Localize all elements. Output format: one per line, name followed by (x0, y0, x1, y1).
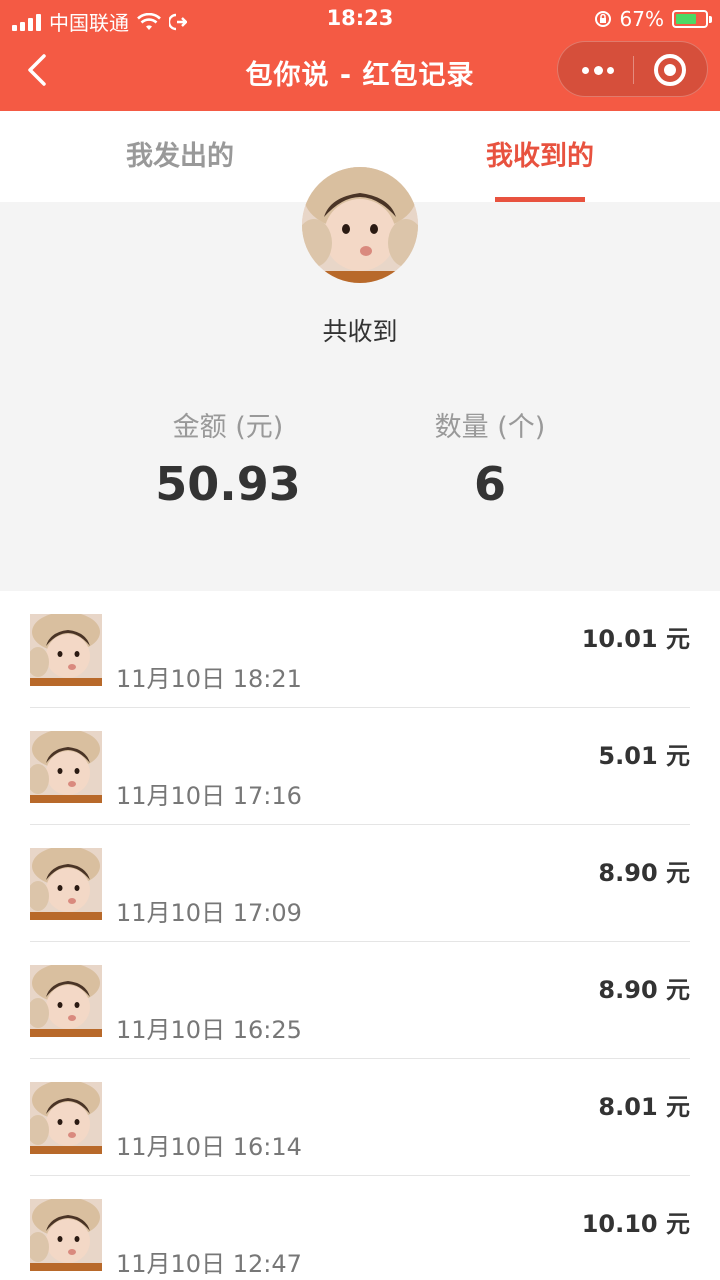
battery-icon (672, 10, 712, 28)
summary-panel: 共收到 金额 (元) 50.93 数量 (个) 6 (0, 167, 720, 591)
sender-avatar (30, 614, 102, 686)
top-bar: 中国联通 18:23 67% 包你说 - 红包记录 (0, 0, 720, 111)
miniprogram-capsule (557, 41, 708, 97)
record-time: 11月10日 18:21 (116, 665, 302, 693)
summary-heading: 共收到 (322, 317, 398, 346)
tab-label: 我收到的 (486, 141, 594, 172)
sender-avatar (30, 965, 102, 1037)
tab-sent[interactable]: 我发出的 (0, 111, 360, 202)
amount-label: 金额 (元) (172, 412, 284, 443)
close-miniprogram-icon[interactable] (654, 54, 686, 86)
sender-avatar (30, 1199, 102, 1271)
record-amount: 8.90 元 (598, 859, 690, 887)
more-icon[interactable] (582, 57, 614, 83)
tab-label: 我发出的 (126, 141, 234, 172)
list-item[interactable]: 11月10日 18:21 10.01 元 (30, 591, 690, 708)
list-item[interactable]: 11月10日 16:25 8.90 元 (30, 942, 690, 1059)
record-amount: 8.01 元 (598, 1093, 690, 1121)
record-list: 11月10日 18:21 10.01 元 11月10日 17:16 5.01 元… (0, 591, 720, 1280)
record-amount: 10.01 元 (581, 625, 690, 653)
amount-value: 50.93 (155, 457, 301, 511)
status-bar: 中国联通 18:23 67% (0, 0, 720, 38)
record-time: 11月10日 12:47 (116, 1250, 302, 1278)
nav-bar: 包你说 - 红包记录 (0, 38, 720, 111)
list-item[interactable]: 11月10日 17:09 8.90 元 (30, 825, 690, 942)
record-time: 11月10日 16:25 (116, 1016, 302, 1044)
list-item[interactable]: 11月10日 17:16 5.01 元 (30, 708, 690, 825)
record-time: 11月10日 17:16 (116, 782, 302, 810)
sender-avatar (30, 1082, 102, 1154)
count-value: 6 (473, 457, 506, 511)
sender-avatar (30, 848, 102, 920)
list-item[interactable]: 11月10日 12:47 10.10 元 (30, 1176, 690, 1280)
battery-percent: 67% (619, 7, 664, 31)
list-item[interactable]: 11月10日 16:14 8.01 元 (30, 1059, 690, 1176)
record-amount: 5.01 元 (598, 742, 690, 770)
record-time: 11月10日 17:09 (116, 899, 302, 927)
record-time: 11月10日 16:14 (116, 1133, 302, 1161)
tab-received[interactable]: 我收到的 (360, 111, 720, 202)
sender-avatar (30, 731, 102, 803)
record-amount: 8.90 元 (598, 976, 690, 1004)
user-avatar (302, 167, 418, 283)
record-amount: 10.10 元 (581, 1210, 690, 1238)
count-label: 数量 (个) (434, 412, 546, 443)
capsule-divider (633, 56, 634, 84)
rotation-lock-icon (594, 11, 611, 27)
